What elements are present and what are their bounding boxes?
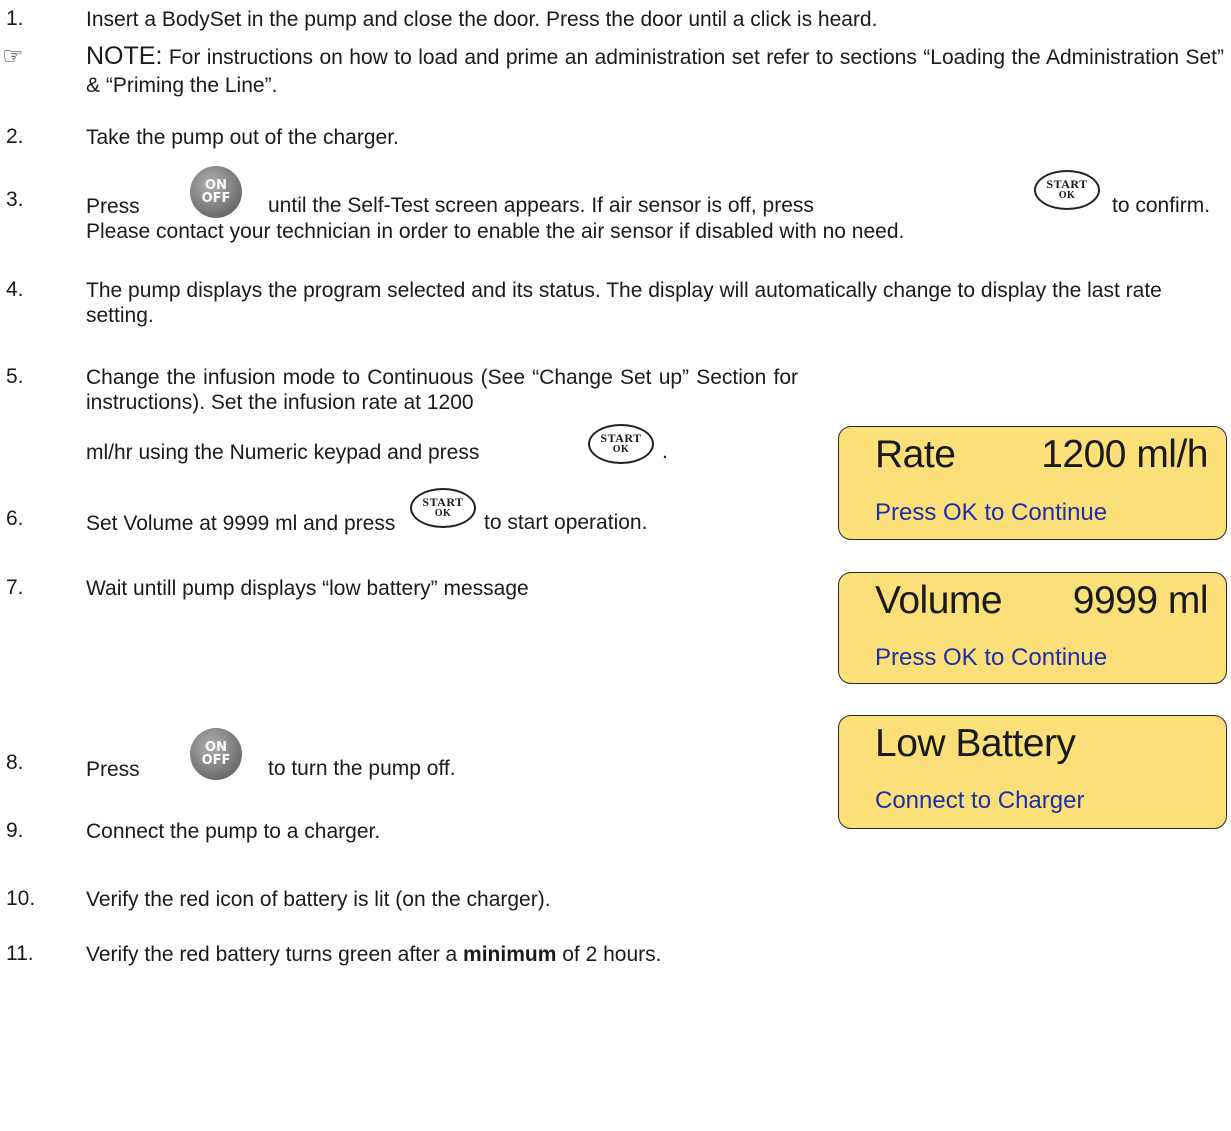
on-off-button-icon: ON OFF (190, 166, 242, 218)
display-subtext: Connect to Charger (875, 787, 1085, 814)
step-text: Wait untill pump displays “low battery” … (86, 577, 529, 600)
start-ok-button-icon: START OK (588, 424, 654, 464)
display-label: Low Battery (875, 722, 1076, 765)
start-ok-button-icon: START OK (410, 488, 476, 528)
pointing-hand-icon: ☞ (2, 43, 24, 70)
pump-display-low-battery: Low Battery Connect to Charger (838, 715, 1227, 829)
step-number: 6. (6, 507, 24, 530)
step-text-pre: Press (86, 195, 140, 218)
step-text-post: to turn the pump off. (268, 757, 456, 780)
step-text: Verify the red battery turns green after… (86, 943, 662, 966)
step-number: 2. (6, 125, 24, 148)
display-label: Rate (875, 433, 956, 476)
pump-display-volume: Volume 9999 ml Press OK to Continue (838, 572, 1227, 684)
step-number: 4. (6, 278, 24, 301)
step-number: 3. (6, 188, 24, 211)
note-text: For instructions on how to load and prim… (86, 46, 1224, 97)
step-number: 5. (6, 365, 24, 388)
step-number: 9. (6, 819, 24, 842)
step-text-pre: Set Volume at 9999 ml and press (86, 512, 396, 535)
step-text-line3: ml/hr using the Numeric keypad and press (86, 441, 480, 464)
step-text-post: to confirm. (1112, 194, 1211, 217)
display-value: 9999 ml (1072, 579, 1209, 622)
display-value: 1200 ml/h (1041, 433, 1208, 476)
step-number: 11. (6, 942, 34, 965)
step-text-line2: Please contact your technician in order … (86, 220, 905, 243)
note-block: NOTE: For instructions on how to load an… (86, 42, 1224, 100)
step-text-pre: Press (86, 758, 140, 781)
step-number: 7. (6, 576, 24, 599)
pump-display-rate: Rate 1200 ml/h Press OK to Continue (838, 426, 1227, 540)
step-text-post: to start operation. (484, 511, 648, 534)
step-text: Verify the red icon of battery is lit (o… (86, 888, 551, 911)
step-number: 10. (6, 887, 36, 910)
step-text: Insert a BodySet in the pump and close t… (86, 8, 878, 31)
step-number: 8. (6, 751, 24, 774)
step-text: Connect the pump to a charger. (86, 820, 381, 843)
emphasis-text: minimum (463, 943, 557, 966)
display-label: Volume (875, 579, 1003, 622)
step-text-line3-end: . (662, 440, 668, 463)
step-text: Change the infusion mode to Continuous (… (86, 366, 798, 414)
note-heading: NOTE: (86, 42, 163, 70)
start-ok-button-icon: START OK (1034, 170, 1100, 210)
step-text-mid: until the Self-Test screen appears. If a… (268, 194, 814, 217)
step-text: The pump displays the program selected a… (86, 279, 1162, 327)
step-number: 1. (6, 7, 24, 30)
step-text: Take the pump out of the charger. (86, 126, 399, 149)
display-subtext: Press OK to Continue (875, 644, 1108, 671)
display-subtext: Press OK to Continue (875, 499, 1108, 526)
on-off-button-icon: ON OFF (190, 728, 242, 780)
